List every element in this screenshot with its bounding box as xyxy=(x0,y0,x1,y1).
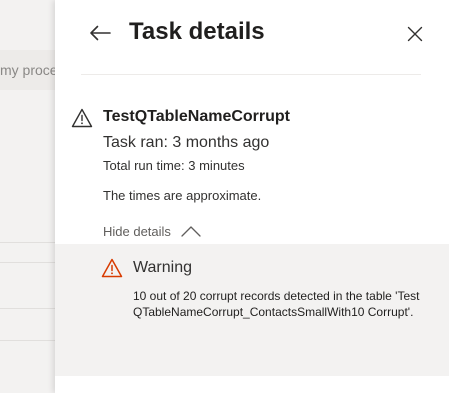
background-divider xyxy=(0,340,55,341)
close-button[interactable] xyxy=(404,23,426,45)
background-divider xyxy=(0,262,55,263)
task-details-panel: Task details TestQTableNameCorrupt Task … xyxy=(55,0,449,393)
panel-title: Task details xyxy=(129,18,265,45)
total-run-time: Total run time: 3 minutes xyxy=(103,158,245,173)
approximate-note: The times are approximate. xyxy=(103,188,262,203)
background-page: my proce xyxy=(0,0,55,393)
warning-icon xyxy=(101,258,123,278)
warning-icon xyxy=(71,108,93,128)
close-icon xyxy=(407,26,423,42)
hide-details-toggle[interactable]: Hide details xyxy=(103,221,201,241)
background-divider xyxy=(0,308,55,309)
hide-details-label: Hide details xyxy=(103,223,171,239)
arrow-left-icon xyxy=(90,25,111,41)
task-ran-text: Task ran: 3 months ago xyxy=(103,134,270,151)
chevron-up-icon xyxy=(181,225,201,237)
warning-title: Warning xyxy=(133,259,192,276)
background-search-input[interactable]: my proce xyxy=(0,50,55,90)
warning-message: 10 out of 20 corrupt records detected in… xyxy=(133,289,420,319)
header-divider xyxy=(81,74,421,75)
background-search-placeholder: my proce xyxy=(0,62,55,78)
background-divider xyxy=(0,242,55,243)
task-name: TestQTableNameCorrupt xyxy=(103,108,290,125)
back-button[interactable] xyxy=(87,20,113,46)
